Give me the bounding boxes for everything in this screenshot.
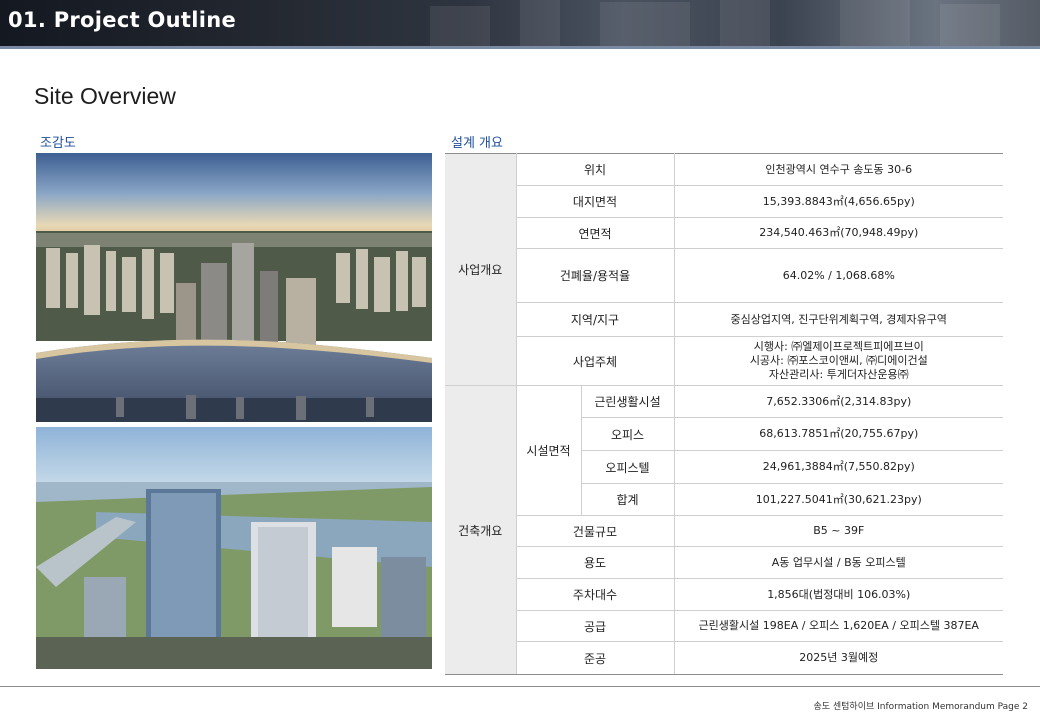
row-label: 지역/지구 [516, 302, 675, 337]
row-label: 주차대수 [516, 578, 675, 611]
row-label: 건폐율/용적율 [516, 248, 675, 303]
row-value: A동 업무시설 / B동 오피스텔 [674, 546, 1003, 579]
page-title: Site Overview [34, 83, 176, 109]
table-row: 건축개요 시설면적 근린생활시설 7,652.3306㎡(2,314.83py) [445, 385, 1003, 675]
table-row: 건폐율/용적율 64.02% / 1,068.68% [445, 248, 1003, 303]
row-label: 대지면적 [516, 185, 675, 218]
table-row: 공급 근린생활시설 198EA / 오피스 1,620EA / 오피스텔 387… [445, 610, 1003, 642]
developer-line: 시행사: ㈜엘제이프로젝트피에프브이 [753, 340, 924, 354]
design-overview-table: 사업개요 위치 인천광역시 연수구 송도동 30-6 대지면적 15,393.8… [445, 153, 1003, 675]
row-value: 234,540.463㎡(70,948.49py) [674, 217, 1003, 249]
row-value: 68,613.7851㎡(20,755.67py) [674, 417, 1003, 451]
header-title: 01. Project Outline [8, 8, 237, 32]
asset-manager-line: 자산관리사: 투게더자산운용㈜ [768, 367, 909, 381]
table-row: 대지면적 15,393.8843㎡(4,656.65py) [445, 185, 1003, 218]
row-label: 공급 [516, 610, 675, 642]
row-label: 연면적 [516, 217, 675, 249]
row-value: 64.02% / 1,068.68% [674, 248, 1003, 303]
table-row: 사업주체 시행사: ㈜엘제이프로젝트피에프브이 시공사: ㈜포스코이앤씨, ㈜디… [445, 336, 1003, 386]
header-banner: 01. Project Outline [0, 0, 1040, 46]
group-business-cell: 사업개요 [445, 153, 517, 386]
table-row: 건물규모 B5 ~ 39F [445, 515, 1003, 547]
subgroup-facility-cell: 시설면적 [516, 385, 582, 516]
rendering-label: 조감도 [40, 136, 76, 151]
row-value: 중심상업지역, 진구단위계획구역, 경제자유구역 [674, 302, 1003, 337]
table-row: 사업개요 위치 인천광역시 연수구 송도동 30-6 [445, 153, 1003, 386]
table-row: 연면적 234,540.463㎡(70,948.49py) [445, 217, 1003, 249]
row-label: 위치 [516, 153, 675, 186]
aerial-rendering-photo-1 [36, 153, 432, 422]
header-divider [0, 46, 1040, 49]
row-value: 1,856대(법정대비 106.03%) [674, 578, 1003, 611]
row-label: 건물규모 [516, 515, 675, 547]
constructor-line: 시공사: ㈜포스코이앤씨, ㈜디에이건설 [749, 354, 928, 368]
row-value: 7,652.3306㎡(2,314.83py) [674, 385, 1003, 418]
table-row: 주차대수 1,856대(법정대비 106.03%) [445, 578, 1003, 611]
row-value: 101,227.5041㎡(30,621.23py) [674, 483, 1003, 516]
row-label: 오피스텔 [581, 450, 675, 484]
row-label: 용도 [516, 546, 675, 579]
row-label: 근린생활시설 [581, 385, 675, 418]
row-label: 오피스 [581, 417, 675, 451]
row-label: 사업주체 [516, 336, 675, 386]
row-value: 24,961,3884㎡(7,550.82py) [674, 450, 1003, 484]
footer-text: 송도 센텀하이브 Information Memorandum Page 2 [813, 702, 1028, 712]
table-row: 지역/지구 중심상업지역, 진구단위계획구역, 경제자유구역 [445, 302, 1003, 337]
row-value: 근린생활시설 198EA / 오피스 1,620EA / 오피스텔 387EA [674, 610, 1003, 642]
row-label: 준공 [516, 641, 675, 675]
row-value: 15,393.8843㎡(4,656.65py) [674, 185, 1003, 218]
design-overview-label: 설계 개요 [451, 136, 503, 151]
row-value: 인천광역시 연수구 송도동 30-6 [674, 153, 1003, 186]
table-row: 준공 2025년 3월예정 [445, 641, 1003, 675]
group-building-cell: 건축개요 [445, 385, 517, 675]
row-value: 2025년 3월예정 [674, 641, 1003, 675]
aerial-rendering-photo-2 [36, 427, 432, 669]
row-label: 합계 [581, 483, 675, 516]
table-row: 용도 A동 업무시설 / B동 오피스텔 [445, 546, 1003, 579]
row-value: B5 ~ 39F [674, 515, 1003, 547]
footer-divider [0, 686, 1040, 687]
row-value-multiline: 시행사: ㈜엘제이프로젝트피에프브이 시공사: ㈜포스코이앤씨, ㈜디에이건설 … [674, 336, 1003, 386]
